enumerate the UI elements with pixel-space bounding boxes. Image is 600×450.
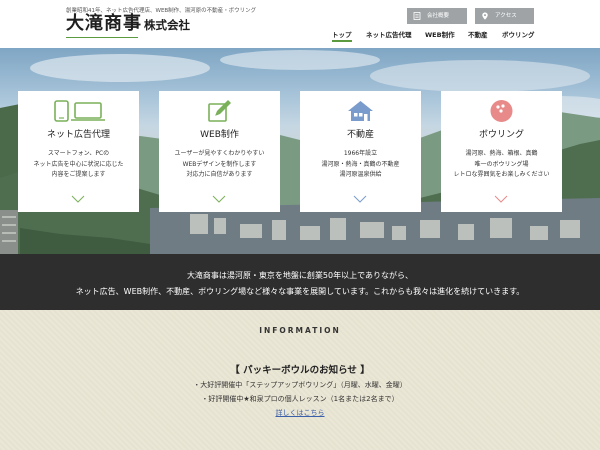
chevron-down-icon [353, 195, 367, 203]
service-desc-line: 1966年設立 [343, 150, 378, 157]
access-label: アクセス [495, 13, 517, 19]
service-icon-wrap [441, 99, 562, 123]
nav-bowling[interactable]: ボウリング [502, 29, 535, 39]
service-card-net-ads[interactable]: ネット広告代理 スマートフォン、PCの ネット広告を中心に状況に応じた 内容をご… [18, 91, 139, 212]
service-card-bowling[interactable]: ボウリング 湯河原、熱海、箱根、真鶴 唯一のボウリング場 レトロな雰囲気をお楽し… [441, 91, 562, 212]
logo-underline [66, 37, 138, 38]
service-icon-wrap [18, 99, 139, 123]
nav-net-ads[interactable]: ネット広告代理 [366, 29, 412, 39]
service-desc-line: 唯一のボウリング場 [474, 160, 529, 168]
service-desc-line: 湯河原、熱海、箱根、真鶴 [465, 150, 538, 157]
information-heading: INFORMATION [259, 326, 341, 335]
service-icon-wrap [159, 99, 280, 123]
service-description: ユーザーが見やすくわかりやすい WEBデザインを制作します 対応力に自信がありま… [159, 149, 280, 181]
company-profile-label: 会社概要 [427, 13, 450, 19]
map-pin-icon [482, 12, 488, 20]
chevron-down-icon [212, 195, 226, 203]
notice-item: ・好評開催中★和泉プロの個人レッスン（1名または2名まで） [201, 395, 399, 403]
service-desc-line: 内容をご提案します [51, 171, 106, 178]
service-desc-line: WEBデザインを制作します [182, 160, 257, 168]
service-desc-line: ユーザーが見やすくわかりやすい [174, 150, 265, 157]
service-desc-line: 対応力に自信があります [186, 171, 253, 178]
service-desc-line: 湯河原温泉供給 [339, 171, 382, 178]
site-logo[interactable]: 大滝商事 株式会社 [66, 15, 190, 33]
service-desc-line: レトロな雰囲気をお楽しみください [453, 171, 550, 178]
service-title: ネット広告代理 [46, 130, 110, 140]
service-title: ボウリング [478, 130, 524, 140]
nav-top[interactable]: トップ [332, 29, 352, 42]
notice-title: 【 パッキーボウルのお知らせ 】 [230, 365, 370, 376]
site-header: 創業昭和41年、ネット広告代理店、WEB制作、湯河原の不動産・ボウリング 大滝商… [0, 0, 600, 48]
nav-real-estate[interactable]: 不動産 [468, 29, 488, 39]
document-icon [413, 12, 421, 20]
service-card-web-production[interactable]: WEB制作 ユーザーが見やすくわかりやすい WEBデザインを制作します 対応力に… [159, 91, 280, 212]
access-button[interactable]: アクセス [475, 8, 534, 24]
service-desc-line: ネット広告を中心に状況に応じた [33, 160, 124, 168]
house-icon [348, 101, 373, 121]
intro-line-2: ネット広告、WEB制作、不動産、ボウリング場など様々な事業を展開しています。これ… [75, 287, 525, 296]
chevron-down-icon [71, 195, 85, 203]
chevron-down-icon [494, 195, 508, 203]
service-card-real-estate[interactable]: 不動産 1966年設立 湯河原・熱海・真鶴の不動産 湯河原温泉供給 [300, 91, 421, 212]
more-link-wrap: 詳しくはこちら [0, 408, 600, 418]
logo-sub-text: 株式会社 [144, 18, 190, 32]
service-desc-line: スマートフォン、PCの [47, 150, 110, 157]
service-title: 不動産 [346, 130, 374, 140]
information-section: INFORMATION 【 パッキーボウルのお知らせ 】 ・大好評開催中「ステッ… [0, 310, 600, 450]
service-description: スマートフォン、PCの ネット広告を中心に状況に応じた 内容をご提案します [18, 149, 139, 181]
nav-web-production[interactable]: WEB制作 [425, 29, 455, 39]
service-desc-line: 湯河原・熱海・真鶴の不動産 [321, 160, 400, 168]
service-description: 1966年設立 湯河原・熱海・真鶴の不動産 湯河原温泉供給 [300, 149, 421, 181]
hero-banner: ネット広告代理 スマートフォン、PCの ネット広告を中心に状況に応じた 内容をご… [0, 48, 600, 254]
details-link[interactable]: 詳しくはこちら [276, 409, 325, 417]
company-intro-band: 大滝商事は湯河原・東京を地盤に創業50年以上でありながら、 ネット広告、WEB制… [0, 254, 600, 310]
logo-main-text: 大滝商事 [66, 13, 142, 34]
service-icon-wrap [300, 99, 421, 123]
service-title: WEB制作 [200, 130, 239, 140]
notice-item: ・大好評開催中「ステップアップボウリング」（月曜、水曜、金曜） [193, 381, 407, 389]
bowling-ball-icon [490, 100, 513, 122]
service-description: 湯河原、熱海、箱根、真鶴 唯一のボウリング場 レトロな雰囲気をお楽しみください [441, 149, 562, 181]
intro-line-1: 大滝商事は湯河原・東京を地盤に創業50年以上でありながら、 [186, 271, 414, 280]
company-profile-button[interactable]: 会社概要 [407, 8, 467, 24]
smartphone-monitor-icon [54, 100, 105, 122]
pencil-edit-icon [208, 100, 231, 122]
